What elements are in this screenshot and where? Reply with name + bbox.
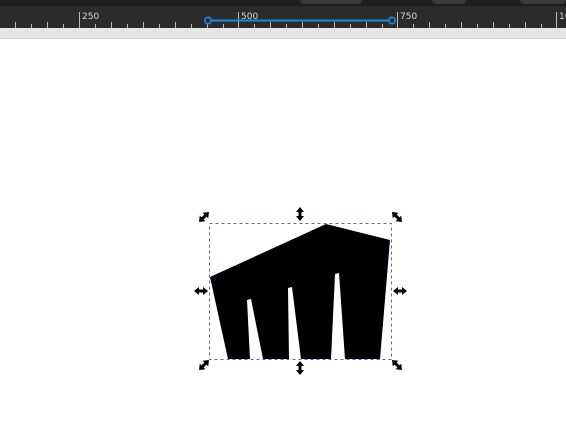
ruler-label: 750 bbox=[400, 12, 418, 22]
arrow-n-icon[interactable] bbox=[296, 207, 304, 221]
arrow-nw-icon[interactable] bbox=[196, 209, 212, 225]
ruler-label: 10 bbox=[559, 12, 566, 22]
selected-shape[interactable] bbox=[210, 224, 390, 359]
arrow-w-icon[interactable] bbox=[194, 287, 208, 295]
canvas-stage bbox=[194, 207, 407, 375]
arrow-e-icon[interactable] bbox=[393, 287, 407, 295]
horizontal-ruler[interactable]: 250 500 750 10 bbox=[0, 0, 566, 28]
canvas-top-border bbox=[0, 28, 566, 39]
drawing-canvas[interactable] bbox=[0, 39, 566, 445]
arrow-se-icon[interactable] bbox=[389, 357, 405, 373]
ruler-label: 250 bbox=[82, 12, 100, 22]
arrow-s-icon[interactable] bbox=[296, 361, 304, 375]
ruler-label: 500 bbox=[241, 12, 259, 22]
arrow-ne-icon[interactable] bbox=[389, 209, 405, 225]
